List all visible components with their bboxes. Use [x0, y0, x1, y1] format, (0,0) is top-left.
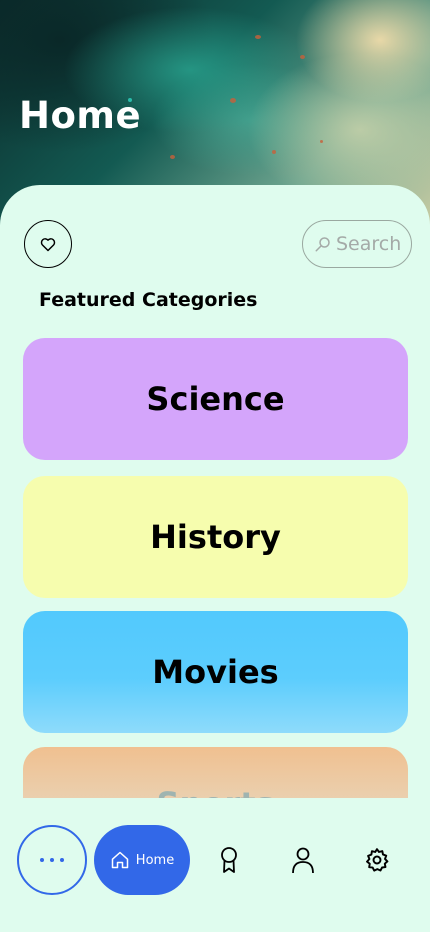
- nebula-speck: [320, 140, 323, 143]
- search-button[interactable]: Search: [302, 220, 412, 268]
- nebula-speck: [170, 155, 175, 159]
- category-label: Sports: [156, 785, 274, 798]
- nav-awards-button[interactable]: [214, 845, 244, 875]
- nav-home-label: Home: [135, 852, 175, 868]
- page-title: Home: [19, 94, 142, 137]
- nebula-speck: [300, 55, 305, 59]
- category-card-sports[interactable]: Sports: [23, 747, 408, 798]
- more-dots-icon: [40, 858, 44, 862]
- more-button[interactable]: [17, 825, 87, 895]
- bottom-navigation: Home: [0, 800, 430, 932]
- nav-profile-button[interactable]: [288, 845, 318, 875]
- section-title: Featured Categories: [39, 289, 258, 311]
- nav-home-button[interactable]: Home: [94, 825, 190, 895]
- category-list[interactable]: Science History Movies Sports: [0, 330, 430, 798]
- user-icon: [291, 846, 315, 874]
- category-label: Movies: [152, 653, 279, 691]
- search-label: Search: [336, 233, 402, 255]
- category-card-science[interactable]: Science: [23, 338, 408, 460]
- category-label: Science: [146, 380, 285, 418]
- category-card-movies[interactable]: Movies: [23, 611, 408, 733]
- favorites-button[interactable]: [24, 220, 72, 268]
- home-icon: [110, 850, 130, 870]
- nav-settings-button[interactable]: [362, 845, 392, 875]
- category-card-history[interactable]: History: [23, 476, 408, 598]
- award-icon: [217, 846, 241, 874]
- more-dots-icon: [50, 858, 54, 862]
- more-dots-icon: [60, 858, 64, 862]
- category-label: History: [150, 518, 281, 556]
- nebula-speck: [230, 98, 236, 103]
- nebula-speck: [272, 150, 276, 154]
- search-icon: [314, 235, 332, 253]
- gear-icon: [364, 847, 390, 873]
- heart-icon: [40, 237, 56, 252]
- nebula-speck: [255, 35, 261, 39]
